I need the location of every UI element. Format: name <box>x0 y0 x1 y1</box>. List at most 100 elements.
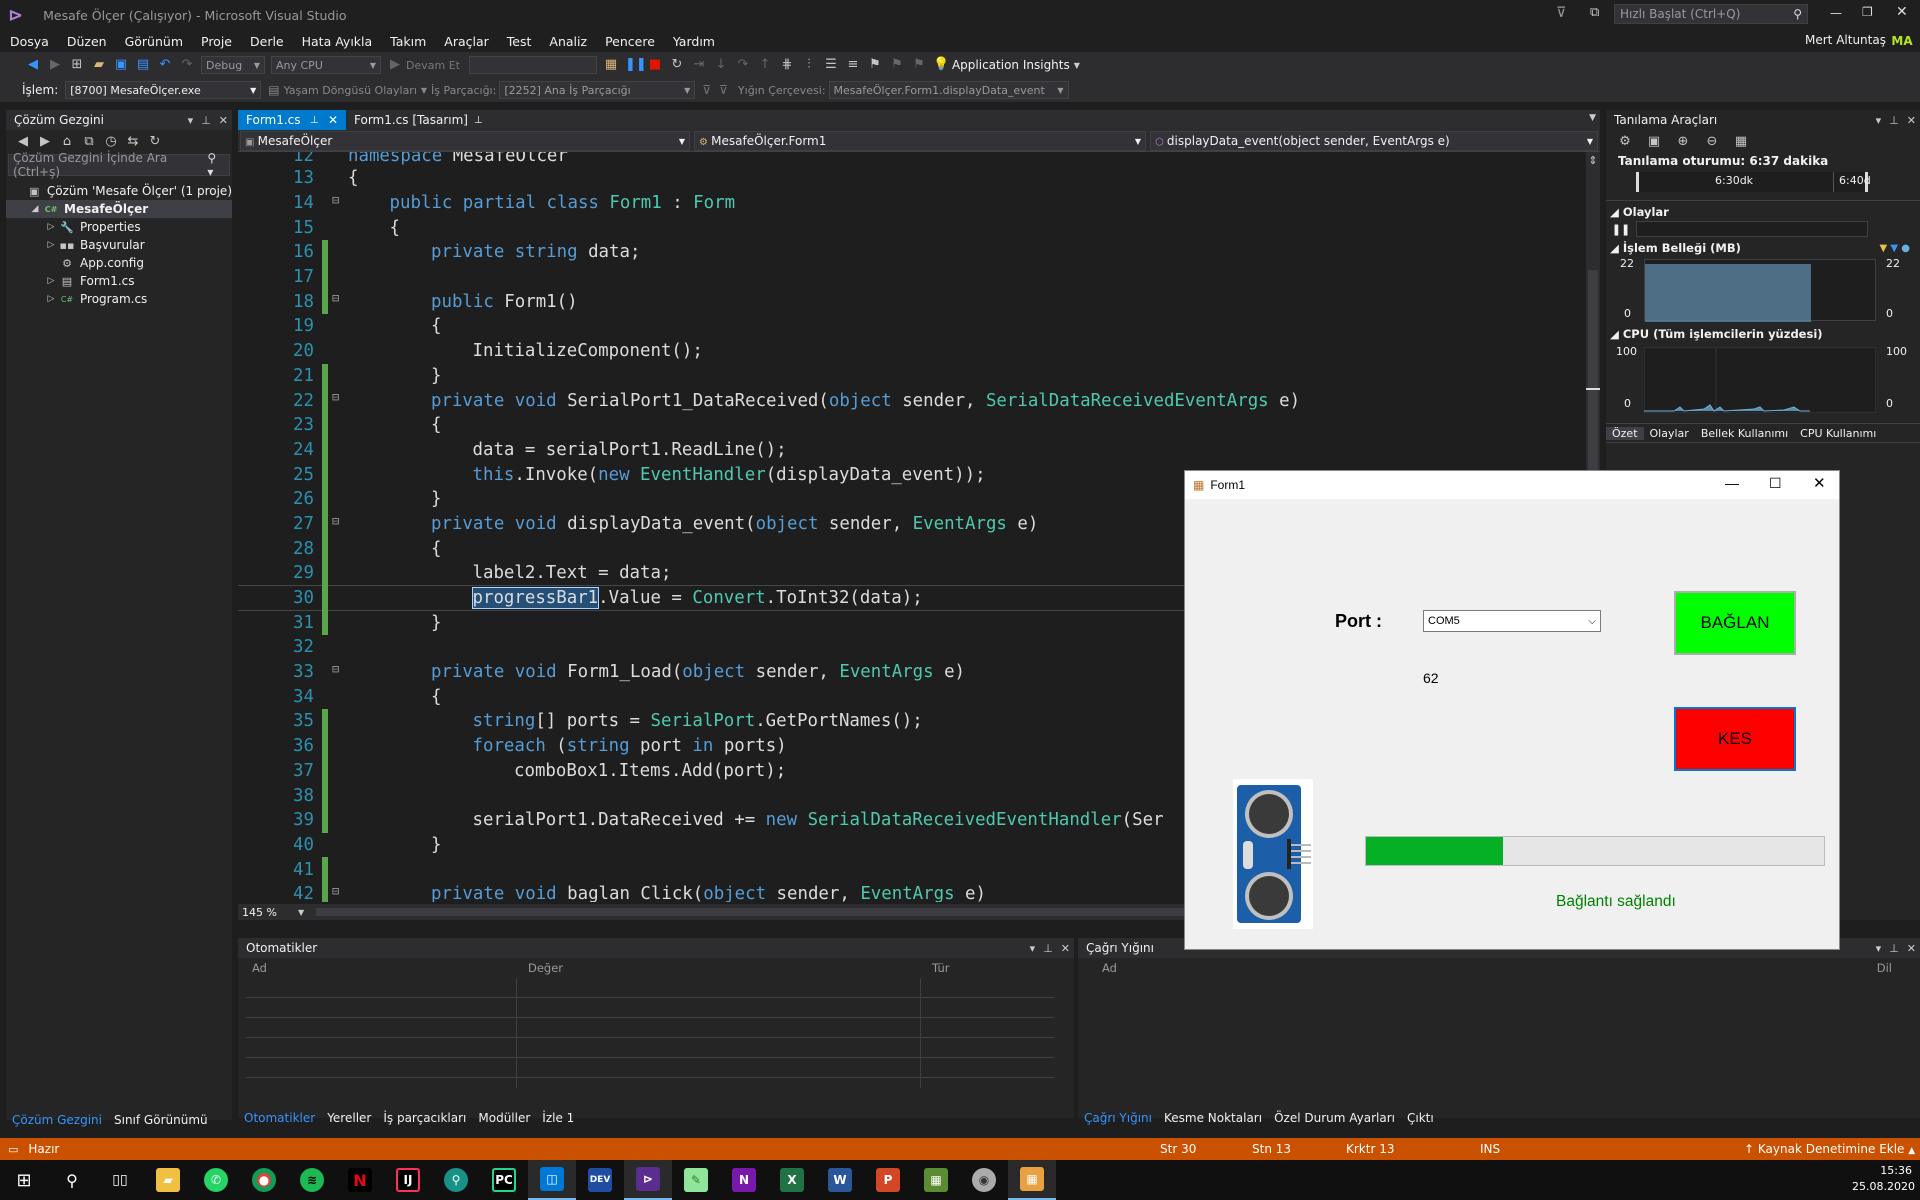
pin-icon[interactable]: ⊥ <box>1043 942 1053 955</box>
dropdown-icon[interactable]: ▾ <box>1876 942 1882 955</box>
diagnostics-tool-icon[interactable]: ▦ <box>603 57 619 73</box>
tab-solution-explorer[interactable]: Çözüm Gezgini <box>6 1113 108 1127</box>
open-folder-icon[interactable]: ▰ <box>91 57 107 73</box>
project-dropdown[interactable]: ▣ MesafeÖlçer ▼ <box>240 131 690 151</box>
step-into-icon[interactable]: ↓ <box>713 57 729 73</box>
expand-arrow-icon[interactable]: ▷ <box>44 240 58 250</box>
dropdown-icon[interactable]: ▾ <box>1030 942 1036 955</box>
collapse-icon[interactable]: ⊟ <box>332 390 339 404</box>
code-line[interactable]: 23 { <box>238 412 1598 438</box>
tab-overflow-icon[interactable]: ▼ <box>1589 113 1596 123</box>
tab-cpu-usage[interactable]: CPU Kullanımı <box>1794 427 1882 440</box>
dropdown-icon[interactable]: ▾ <box>1876 114 1882 127</box>
tab-modules[interactable]: Modüller <box>472 1111 536 1125</box>
redo-icon[interactable]: ↷ <box>179 57 195 73</box>
play-icon[interactable]: ▶ <box>387 57 403 73</box>
pending-changes-icon[interactable]: ◷ <box>103 134 119 150</box>
filter-clear-icon[interactable]: ⊽ <box>719 83 728 97</box>
tab-output[interactable]: Çıktı <box>1401 1111 1440 1125</box>
code-line[interactable]: 14 ⊟ public partial class Form1 : Form <box>238 191 1598 216</box>
threads-icon[interactable]: ⫶ <box>801 57 817 73</box>
member-dropdown[interactable]: ⬡ displayData_event(object sender, Event… <box>1150 131 1598 151</box>
hex-display-icon[interactable]: ⋕ <box>779 57 795 73</box>
close-icon[interactable]: ✕ <box>1907 114 1916 127</box>
reset-view-icon[interactable]: ▦ <box>1733 134 1749 150</box>
user-name[interactable]: Mert Altuntaş <box>1796 33 1895 47</box>
collapse-icon[interactable]: ⊟ <box>332 662 339 676</box>
menu-item[interactable]: Proje <box>192 34 241 49</box>
switch-views-icon[interactable]: ⧉ <box>81 134 97 150</box>
code-line[interactable]: 13 { <box>238 166 1598 191</box>
taskbar-explorer[interactable]: ▰ <box>144 1160 192 1200</box>
comment-icon[interactable]: ≡ <box>845 57 861 73</box>
undo-icon[interactable]: ↶ <box>157 57 173 73</box>
close-window-button[interactable]: ✕ <box>1813 474 1826 492</box>
tab-summary[interactable]: Özet <box>1606 426 1644 440</box>
quick-launch-input[interactable]: Hızlı Başlat (Ctrl+Q) ⚲ <box>1614 4 1808 24</box>
taskbar-devc[interactable]: DEV <box>576 1160 624 1200</box>
tab-memory-usage[interactable]: Bellek Kullanımı <box>1695 427 1794 440</box>
search-button[interactable]: ⚲ <box>48 1160 96 1200</box>
taskbar-onenote[interactable]: N <box>720 1160 768 1200</box>
menu-item[interactable]: Takım <box>381 34 435 49</box>
bookmark-next-icon[interactable]: ⚑ <box>911 57 927 73</box>
code-line[interactable]: 19 { <box>238 314 1598 339</box>
menu-item[interactable]: Analiz <box>540 34 596 49</box>
tree-item[interactable]: ▷ ▪▪ Başvurular <box>6 236 232 254</box>
taskbar-spotify[interactable]: ≋ <box>288 1160 336 1200</box>
menu-item[interactable]: Araçlar <box>435 34 498 49</box>
expand-arrow-icon[interactable]: ▷ <box>44 294 58 304</box>
launch-dropdown[interactable] <box>468 56 597 74</box>
column-header-language[interactable]: Dil <box>1877 961 1892 975</box>
maximize-button[interactable]: ☐ <box>1769 475 1782 492</box>
restore-button[interactable]: ❐ <box>1862 5 1873 19</box>
code-line[interactable]: 22 ⊟ private void SerialPort1_DataReceived… <box>238 388 1598 413</box>
tree-item[interactable]: ▣ Çözüm 'Mesafe Ölçer' (1 proje) <box>6 182 232 200</box>
pin-icon[interactable]: ⊥ <box>1889 942 1899 955</box>
timeline-ruler[interactable]: 6:30dk 6:40d <box>1636 172 1871 192</box>
minimize-button[interactable]: — <box>1725 475 1739 491</box>
tree-item[interactable]: ▷ ▤ Form1.cs <box>6 272 232 290</box>
code-line[interactable]: 17 <box>238 264 1598 290</box>
close-icon[interactable]: ✕ <box>1907 942 1916 955</box>
pin-icon[interactable]: ⊥ <box>1889 114 1899 127</box>
taskbar-visual-studio[interactable]: ⊳ <box>624 1160 672 1200</box>
close-icon[interactable]: ✕ <box>219 114 228 127</box>
filter-icon[interactable]: ⊽ <box>702 83 711 97</box>
taskbar-gitkraken[interactable]: ⚲ <box>432 1160 480 1200</box>
step-over-icon[interactable]: ↷ <box>735 57 751 73</box>
code-line[interactable]: 16 private string data; <box>238 240 1598 265</box>
task-view-button[interactable]: ▯▯ <box>96 1160 144 1200</box>
code-line[interactable]: 15 { <box>238 215 1598 240</box>
solution-search-input[interactable]: Çözüm Gezgini İçinde Ara (Ctrl+ş) ⚲ ▾ <box>8 151 230 179</box>
stack-frame-dropdown[interactable]: MesafeÖlçer.Form1.displayData_event ▼ <box>828 81 1069 99</box>
taskbar-powerpoint[interactable]: P <box>864 1160 912 1200</box>
split-button[interactable]: ⇕ <box>1586 154 1600 168</box>
column-header-name[interactable]: Ad <box>252 961 528 975</box>
taskbar-rider[interactable]: ◫ <box>528 1160 576 1200</box>
menu-item[interactable]: Pencere <box>596 34 664 49</box>
tab-locals[interactable]: Yereller <box>321 1111 377 1125</box>
save-icon[interactable]: ▣ <box>113 57 129 73</box>
chevron-down-icon[interactable]: ▼ <box>1074 61 1080 70</box>
tab-exception-settings[interactable]: Özel Durum Ayarları <box>1268 1111 1401 1125</box>
lifecycle-events-icon[interactable]: ▤ <box>268 83 279 97</box>
tab-form1-cs[interactable]: Form1.cs ⊥ ✕ <box>238 110 346 130</box>
close-window-button[interactable]: ✕ <box>1896 4 1908 20</box>
expand-arrow-icon[interactable]: ◢ <box>28 204 42 214</box>
restart-icon[interactable]: ↻ <box>669 57 685 73</box>
tab-breakpoints[interactable]: Kesme Noktaları <box>1158 1111 1268 1125</box>
connect-button[interactable]: BAĞLAN <box>1674 591 1796 655</box>
memory-graph[interactable] <box>1644 259 1876 322</box>
home-icon[interactable]: ⌂ <box>59 134 75 150</box>
horizontal-scrollbar-thumb[interactable] <box>316 908 1216 916</box>
close-icon[interactable]: ✕ <box>1061 942 1070 955</box>
bookmark-icon[interactable]: ⚑ <box>867 57 883 73</box>
code-line[interactable]: 18 ⊟ public Form1() <box>238 289 1598 315</box>
thread-dropdown[interactable]: [2252] Ana İş Parçacığı ▼ <box>499 81 696 99</box>
tree-item[interactable]: ⚙ App.config <box>6 254 232 272</box>
tab-class-view[interactable]: Sınıf Görünümü <box>108 1113 214 1127</box>
start-button[interactable]: ⊞ <box>0 1160 48 1200</box>
menu-item[interactable]: Görünüm <box>116 34 192 49</box>
taskbar-pycharm[interactable]: PC <box>480 1160 528 1200</box>
